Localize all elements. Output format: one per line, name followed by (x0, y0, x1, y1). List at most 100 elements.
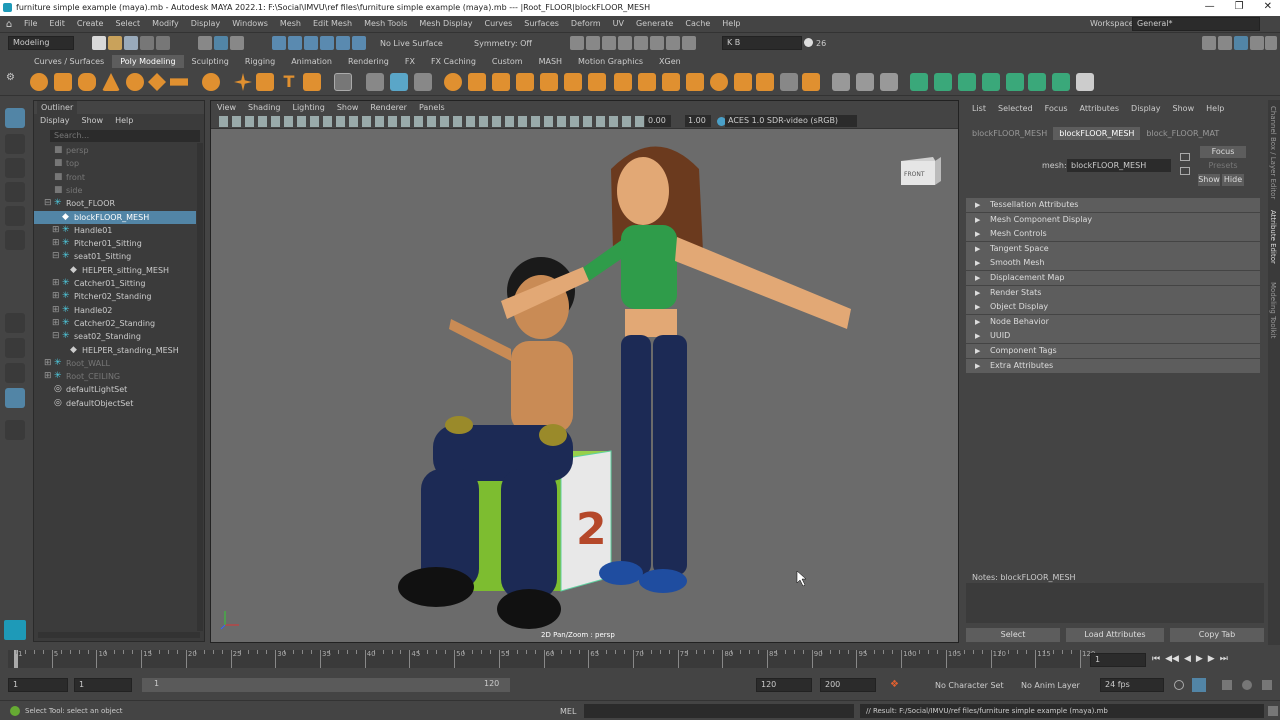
outliner-row[interactable]: ■ top (34, 157, 196, 170)
section-tessellation-attributes[interactable]: ▶ Tessellation Attributes (966, 198, 1260, 212)
paint-select-icon[interactable] (5, 158, 25, 178)
menu-select[interactable]: Select (109, 16, 146, 32)
open-scene-icon[interactable] (108, 36, 122, 50)
viewport-menu-shading[interactable]: Shading (242, 101, 287, 114)
outliner-row[interactable]: ■ front (34, 171, 196, 184)
outliner-row[interactable]: ◎ defaultLightSet (34, 383, 196, 396)
clock-icon[interactable] (804, 38, 813, 47)
shelf-tab-rigging[interactable]: Rigging (237, 55, 283, 68)
node-tab-blockfloor-mesh[interactable]: blockFLOOR_MESH (966, 127, 1053, 140)
step-forward-icon[interactable]: ▶ (1208, 654, 1215, 664)
menu-surfaces[interactable]: Surfaces (518, 16, 565, 32)
uv-cut-icon[interactable] (1052, 73, 1070, 91)
scene-end-field[interactable]: 200 (820, 678, 876, 692)
poly-sphere-icon[interactable] (30, 73, 48, 91)
output-connection-icon[interactable] (1180, 153, 1190, 161)
go-to-start-icon[interactable]: ⏮ (1152, 654, 1160, 664)
viewport-panel[interactable]: View Shading Lighting Show Renderer Panels 0.… (210, 100, 959, 643)
expand-arrow-icon[interactable]: ▶ (975, 300, 980, 314)
combine-icon[interactable] (390, 73, 408, 91)
expand-toggle-icon[interactable]: ⊟ (52, 250, 60, 263)
expand-toggle-icon[interactable]: ⊞ (52, 277, 60, 290)
outliner-tab[interactable]: Outliner (37, 101, 78, 114)
new-scene-icon[interactable] (92, 36, 106, 50)
time-slider[interactable]: 1 5 10 15 20 25 30 35 40 45 50 55 60 65 70 75 80 85 90 95 10… (0, 646, 1280, 674)
close-icon[interactable]: ✕ (1264, 1, 1272, 12)
outliner-scrollbar[interactable] (197, 143, 203, 631)
near-clip-field[interactable]: 0.00 (645, 115, 671, 127)
expand-toggle-icon[interactable]: ⊞ (52, 304, 60, 317)
select-tool-icon[interactable] (5, 108, 25, 128)
section-uuid[interactable]: ▶ UUID (966, 329, 1260, 344)
four-pane-icon[interactable] (5, 338, 25, 358)
menu-file[interactable]: File (18, 16, 43, 32)
outliner-row[interactable]: ⊞ ✳ Root_WALL (34, 357, 196, 370)
snap-surface-icon[interactable] (336, 36, 350, 50)
shelf-tab-animation[interactable]: Animation (283, 55, 340, 68)
reduce-icon[interactable] (802, 73, 820, 91)
section-extra-attributes[interactable]: ▶ Extra Attributes (966, 358, 1260, 373)
expand-toggle-icon[interactable]: ⊟ (44, 197, 52, 210)
single-pane-icon[interactable] (5, 313, 25, 333)
minimize-icon[interactable]: — (1205, 1, 1215, 12)
render-seq-icon[interactable] (586, 36, 600, 50)
expand-toggle-icon[interactable]: ⊞ (52, 224, 60, 237)
viewport-menu-show[interactable]: Show (331, 101, 365, 114)
scene-start-field[interactable]: 1 (8, 678, 68, 692)
menu-mesh-display[interactable]: Mesh Display (413, 16, 478, 32)
expand-toggle-icon[interactable]: ⊞ (44, 370, 52, 383)
shelf-settings-icon[interactable]: ⚙ (6, 72, 16, 83)
shelf-tab-curves-surfaces[interactable]: Curves / Surfaces (26, 55, 112, 68)
snap-vertex-icon[interactable] (352, 36, 366, 50)
boolean-icon[interactable] (638, 73, 656, 91)
select-component-icon[interactable] (230, 36, 244, 50)
snap-point-icon[interactable] (304, 36, 318, 50)
outliner-search-input[interactable]: Search... (50, 130, 200, 142)
mirror-icon[interactable] (614, 73, 632, 91)
outliner-row[interactable]: ⊟ ✳ Root_FLOOR (34, 197, 196, 210)
outliner-row[interactable]: ⊞ ✳ Catcher02_Standing (34, 317, 196, 330)
smooth-icon[interactable] (444, 73, 462, 91)
chamfer-icon[interactable] (756, 73, 774, 91)
audio-icon[interactable] (1222, 680, 1232, 690)
two-pane-icon[interactable] (5, 363, 25, 383)
attr-menu-attributes[interactable]: Attributes (1074, 103, 1126, 115)
light-editor-icon[interactable] (666, 36, 680, 50)
multi-cut-icon[interactable] (366, 73, 384, 91)
menu-create[interactable]: Create (71, 16, 110, 32)
outliner-layout-icon[interactable] (5, 388, 25, 408)
expand-arrow-icon[interactable]: ▶ (975, 256, 980, 270)
poly-cone-icon[interactable] (102, 73, 120, 91)
outliner-row[interactable]: ■ persp (34, 144, 196, 157)
wedge-icon[interactable] (686, 73, 704, 91)
menu-generate[interactable]: Generate (630, 16, 679, 32)
outliner-row[interactable]: ⊞ ✳ Pitcher02_Standing (34, 290, 196, 303)
super-shape-icon[interactable] (234, 73, 252, 91)
presets-button[interactable]: Presets (1200, 160, 1246, 172)
attr-menu-selected[interactable]: Selected (992, 103, 1039, 115)
hide-button[interactable]: Hide (1222, 174, 1244, 186)
symmetry-field[interactable]: Symmetry: Off (474, 39, 532, 48)
workspace-dropdown[interactable]: General* (1132, 17, 1260, 31)
shelf-tab-poly-modeling[interactable]: Poly Modeling (112, 55, 184, 68)
uv-spherical-icon[interactable] (958, 73, 976, 91)
attribute-editor-tab[interactable]: Attribute Editor (1269, 210, 1277, 264)
circularize-icon[interactable] (710, 73, 728, 91)
outliner-menu-display[interactable]: Display (34, 114, 76, 127)
playback-start-field[interactable]: 1 (74, 678, 132, 692)
shelf-tab-mash[interactable]: MASH (531, 55, 570, 68)
fill-hole-icon[interactable] (540, 73, 558, 91)
ipr-icon[interactable] (602, 36, 616, 50)
expand-arrow-icon[interactable]: ▶ (975, 198, 980, 212)
poly-disc-icon[interactable] (170, 78, 188, 86)
menu-display[interactable]: Display (185, 16, 227, 32)
attr-menu-display[interactable]: Display (1125, 103, 1167, 115)
live-surface-field[interactable]: No Live Surface (380, 39, 443, 48)
shelf-tab-xgen[interactable]: XGen (651, 55, 689, 68)
expand-arrow-icon[interactable]: ▶ (975, 286, 980, 300)
expand-arrow-icon[interactable]: ▶ (975, 344, 980, 358)
channel-box-tab[interactable]: Channel Box / Layer Editor (1269, 106, 1277, 199)
poke-icon[interactable] (662, 73, 680, 91)
snap-curve-icon[interactable] (288, 36, 302, 50)
play-icon[interactable]: ▶ (1196, 654, 1203, 664)
